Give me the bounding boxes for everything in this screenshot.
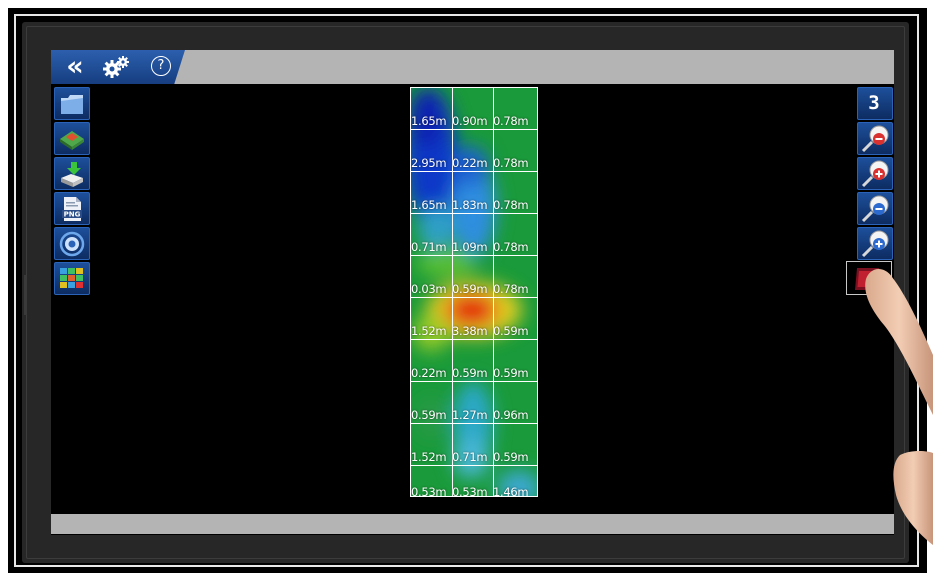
heatmap-cell-value: 0.22m — [411, 366, 447, 380]
heatmap-cell-value: 1.27m — [452, 408, 488, 422]
heatmap-cell-value: 0.59m — [452, 366, 488, 380]
grid-view-button[interactable] — [54, 262, 90, 295]
heatmap-cell-value: 0.78m — [493, 198, 529, 212]
heatmap-cell-value: 1.09m — [452, 240, 488, 254]
zoom-in-red-icon — [861, 160, 889, 188]
heatmap-cell-value: 0.59m — [493, 450, 529, 464]
color-grid-icon — [60, 268, 83, 288]
map-layer-button[interactable] — [54, 122, 90, 155]
svg-text:PNG: PNG — [64, 211, 81, 219]
finger-overlay — [840, 255, 933, 578]
zoom-out-red-icon — [861, 125, 889, 153]
view-3d-label: 3 D — [868, 92, 882, 145]
heatmap-cell-value: 0.96m — [493, 408, 529, 422]
heatmap-cell-value: 0.53m — [411, 485, 447, 497]
heatmap-cell-value: 1.52m — [411, 450, 447, 464]
heatmap-cell-value: 1.83m — [452, 198, 488, 212]
heatmap-cell-value: 0.59m — [493, 366, 529, 380]
sensor-icon — [59, 231, 85, 257]
bottom-bar — [51, 514, 894, 534]
heatmap-cell-value: 0.78m — [493, 114, 529, 128]
heatmap-cell-value: 1.65m — [411, 114, 447, 128]
folder-icon — [61, 95, 83, 114]
heatmap-cell-value: 0.78m — [493, 240, 529, 254]
heatmap-cell-value: 3.38m — [452, 324, 488, 338]
tablet-side-button — [24, 275, 27, 315]
open-folder-button[interactable] — [54, 87, 90, 120]
heatmap-cell-value: 0.71m — [452, 450, 488, 464]
png-file-icon: PNG — [62, 197, 82, 221]
heatmap-cell-value: 0.59m — [452, 282, 488, 296]
heatmap-cell-value: 2.95m — [411, 156, 447, 170]
heatmap-cell-value: 0.71m — [411, 240, 447, 254]
heatmap-cell-value: 0.22m — [452, 156, 488, 170]
heatmap-cell-value: 0.78m — [493, 282, 529, 296]
zoom-out-button[interactable] — [857, 192, 893, 225]
heatmap-cell-value: 0.59m — [411, 408, 447, 422]
heatmap-cell-value: 0.03m — [411, 282, 447, 296]
export-png-button[interactable]: PNG — [54, 192, 90, 225]
app-screen: « ? PNG 3 1.65m 0.90m 0.78m 2.95m 0.22m … — [51, 50, 894, 535]
heatmap-cell-value: 1.52m — [411, 324, 447, 338]
view-3d-button[interactable]: 3 D — [857, 87, 893, 145]
back-icon[interactable]: « — [59, 50, 87, 84]
settings-icon[interactable] — [99, 50, 133, 84]
heatmap-cell-value: 1.65m — [411, 198, 447, 212]
heatmap-cell-value: 0.53m — [452, 485, 488, 497]
download-icon — [61, 162, 83, 187]
increase-depth-button[interactable] — [857, 157, 893, 190]
heatmap-cell-value: 1.46m — [493, 485, 529, 497]
scan-mode-button[interactable] — [54, 227, 90, 260]
heatmap-cell-value: 0.90m — [452, 114, 488, 128]
heatmap-cell-value: 0.78m — [493, 156, 529, 170]
import-data-button[interactable] — [54, 157, 90, 190]
map-icon — [60, 131, 84, 150]
help-icon[interactable]: ? — [151, 56, 171, 76]
depth-heatmap[interactable]: 1.65m 0.90m 0.78m 2.95m 0.22m 0.78m 1.65m 1.83m… — [410, 87, 538, 497]
heatmap-cell-value: 0.59m — [493, 324, 529, 338]
decrease-depth-button[interactable] — [857, 122, 893, 155]
zoom-out-icon — [861, 195, 889, 223]
